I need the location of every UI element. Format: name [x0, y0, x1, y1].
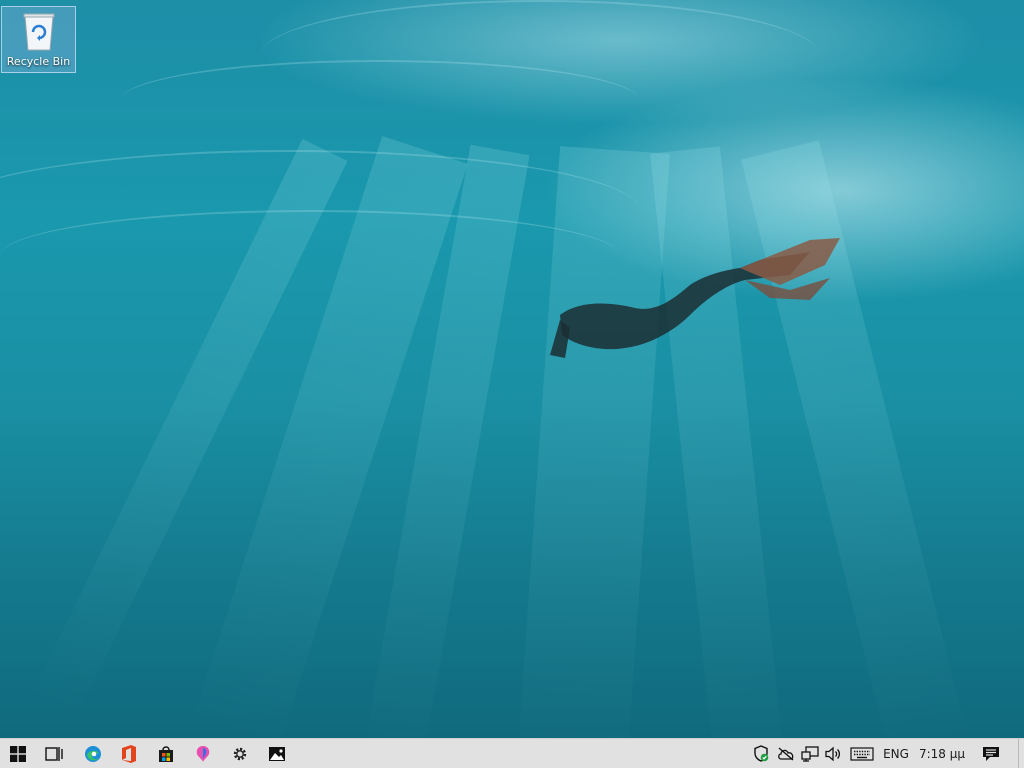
touch-keyboard-icon [850, 746, 874, 761]
start-button[interactable] [0, 739, 36, 768]
action-center-button[interactable] [978, 739, 1004, 768]
volume-icon [825, 746, 841, 761]
freediver-image [550, 238, 840, 358]
show-desktop-button[interactable] [1018, 739, 1024, 768]
taskbar: ENG 7:18 μμ [0, 738, 1024, 768]
edge-browser-icon [85, 745, 101, 762]
task-view-button[interactable] [36, 739, 72, 768]
volume-tray-button[interactable] [823, 739, 845, 768]
network-tray-button[interactable] [799, 739, 821, 768]
paint-3d-icon [196, 745, 210, 762]
office-icon [122, 744, 136, 763]
photos-button[interactable] [259, 739, 295, 768]
security-tray-button[interactable] [750, 739, 772, 768]
touch-keyboard-button[interactable] [848, 739, 876, 768]
security-shield-icon [754, 745, 769, 762]
settings-button[interactable] [222, 739, 258, 768]
onedrive-offline-icon [778, 747, 794, 760]
input-language-label: ENG [883, 746, 909, 761]
photos-icon [269, 746, 285, 761]
task-view-icon [45, 746, 63, 761]
clock-button[interactable]: 7:18 μμ [916, 739, 968, 768]
water-ripple [0, 210, 620, 302]
input-language-button[interactable]: ENG [880, 739, 912, 768]
clock-time: 7:18 μμ [918, 746, 966, 761]
recycle-bin-label: Recycle Bin [6, 55, 71, 68]
settings-gear-icon [233, 747, 247, 760]
network-icon [801, 745, 819, 762]
onedrive-tray-button[interactable] [775, 739, 797, 768]
paint-3d-button[interactable] [185, 739, 221, 768]
desktop-wallpaper[interactable]: Recycle Bin [0, 0, 1024, 738]
store-icon [159, 745, 173, 762]
windows-start-icon [10, 745, 26, 762]
office-button[interactable] [111, 739, 147, 768]
recycle-bin-icon [23, 13, 54, 51]
action-center-icon [983, 746, 999, 761]
edge-button[interactable] [75, 739, 111, 768]
store-button[interactable] [148, 739, 184, 768]
water-ripple [260, 0, 820, 112]
recycle-bin-desktop-icon[interactable]: Recycle Bin [1, 6, 76, 73]
